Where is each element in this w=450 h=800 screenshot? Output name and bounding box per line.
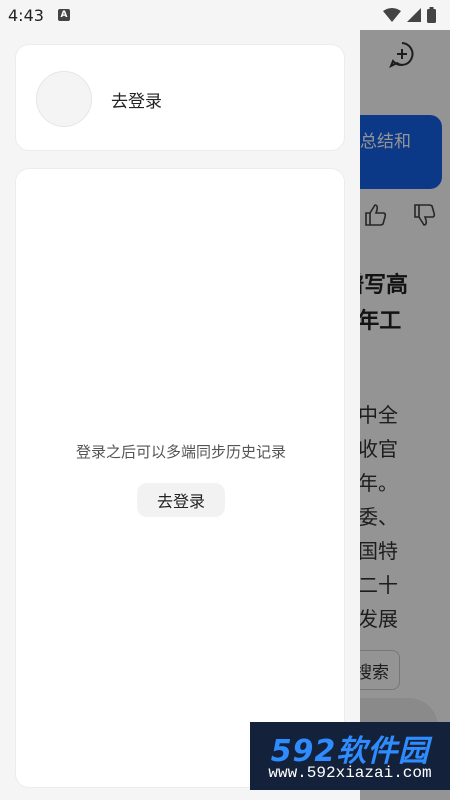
- notification-icon: A: [57, 9, 70, 21]
- status-time: 4:43: [8, 5, 44, 25]
- user-login-card[interactable]: 去登录: [15, 44, 345, 151]
- login-link[interactable]: 去登录: [111, 87, 162, 112]
- battery-icon: [427, 7, 436, 23]
- avatar[interactable]: [36, 71, 92, 127]
- side-drawer: 去登录 登录之后可以多端同步历史记录 去登录: [0, 30, 360, 800]
- watermark-url: www.592xiazai.com: [268, 764, 432, 782]
- wifi-icon: [383, 8, 401, 22]
- history-panel: 登录之后可以多端同步历史记录 去登录: [15, 168, 345, 788]
- watermark: 592软件园 www.592xiazai.com: [250, 722, 450, 790]
- empty-history-hint: 登录之后可以多端同步历史记录: [75, 443, 286, 461]
- status-icons: [383, 7, 436, 23]
- status-bar: 4:43 A: [0, 0, 450, 30]
- signal-icon: [407, 8, 421, 22]
- login-button[interactable]: 去登录: [137, 483, 225, 517]
